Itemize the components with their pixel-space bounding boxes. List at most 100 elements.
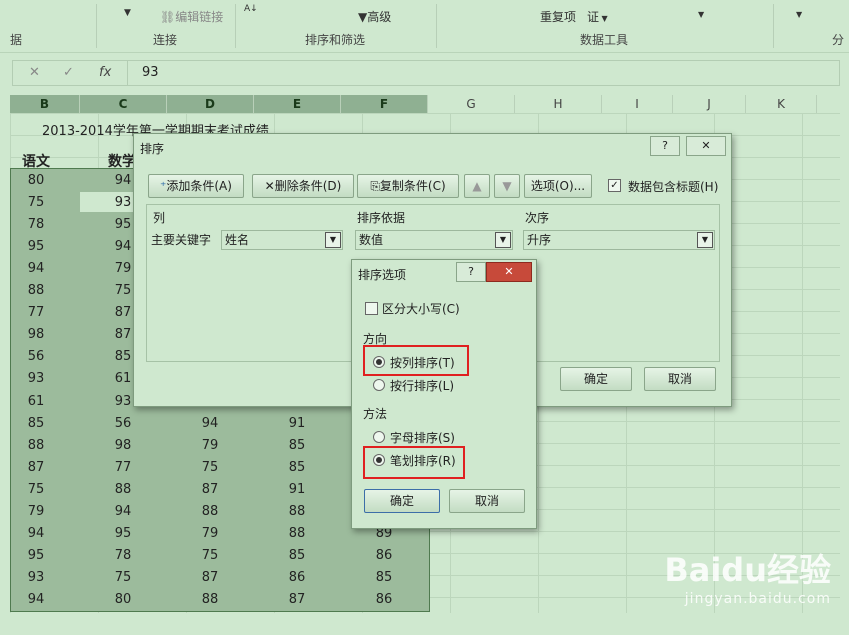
dropdown-arrow-icon[interactable]: ▼ [698, 10, 704, 19]
cell-value[interactable]: 61 [0, 394, 79, 409]
cancel-button[interactable]: 取消 [449, 489, 525, 513]
help-button[interactable]: ? [456, 262, 486, 282]
data-validation-button[interactable]: 证 ▼ [587, 8, 608, 25]
cell-value[interactable]: 88 [167, 504, 253, 519]
column-header-d[interactable]: D [167, 95, 254, 113]
close-button[interactable]: ✕ [486, 262, 532, 282]
cell-value[interactable]: 93 [0, 570, 79, 585]
column-header-h[interactable]: H [515, 95, 602, 113]
sort-on-select[interactable]: 数值 ▼ [355, 230, 513, 250]
cell-value[interactable]: 87 [167, 570, 253, 585]
cell-value[interactable]: 87 [0, 460, 79, 475]
move-up-button[interactable]: ▲ [464, 174, 490, 198]
column-header-k[interactable]: K [746, 95, 817, 113]
cell-value[interactable]: 85 [254, 438, 340, 453]
cell-value[interactable]: 94 [80, 504, 166, 519]
cell-value[interactable]: 88 [167, 592, 253, 607]
cell-value[interactable]: 91 [254, 482, 340, 497]
cell-value[interactable]: 85 [341, 570, 427, 585]
column-header-j[interactable]: J [673, 95, 746, 113]
copy-level-button[interactable]: ⎘复制条件(C) [357, 174, 459, 198]
close-button[interactable]: ✕ [686, 136, 726, 156]
cell-value[interactable]: 78 [0, 217, 79, 232]
cell-value[interactable]: 88 [254, 504, 340, 519]
remove-duplicates-button[interactable]: 重复项 [540, 8, 576, 25]
cell-value[interactable]: 79 [0, 504, 79, 519]
sort-options-dialog: 排序选项 ? ✕ 区分大小写(C) 方向 按列排序(T) 按行排序(L) 方法 … [351, 259, 537, 529]
column-header-b[interactable]: B [10, 95, 80, 113]
cell-value[interactable]: 56 [80, 416, 166, 431]
cell-value[interactable]: 75 [0, 482, 79, 497]
ok-button[interactable]: 确定 [560, 367, 632, 391]
case-sensitive-checkbox[interactable] [365, 302, 378, 315]
chevron-down-icon: ▼ [697, 232, 713, 248]
separator [235, 4, 236, 48]
cell-value[interactable]: 94 [0, 261, 79, 276]
help-button[interactable]: ? [650, 136, 680, 156]
cell-value[interactable]: 94 [0, 592, 79, 607]
cell-value[interactable]: 85 [254, 460, 340, 475]
column-header-e[interactable]: E [254, 95, 341, 113]
cell-value[interactable]: 86 [341, 548, 427, 563]
cell-value[interactable]: 95 [0, 548, 79, 563]
enter-icon[interactable]: ✓ [63, 65, 74, 80]
cell-value[interactable]: 94 [167, 416, 253, 431]
add-level-button[interactable]: ⁺添加条件(A) [148, 174, 244, 198]
cell-value[interactable]: 88 [0, 438, 79, 453]
order-select[interactable]: 升序 ▼ [523, 230, 715, 250]
cell-value[interactable]: 98 [80, 438, 166, 453]
cell-value[interactable]: 88 [0, 283, 79, 298]
options-button[interactable]: 选项(O)... [524, 174, 592, 198]
cell-value[interactable]: 75 [80, 570, 166, 585]
cell-value[interactable]: 98 [0, 327, 79, 342]
cell-value[interactable]: 77 [0, 305, 79, 320]
sort-column-select[interactable]: 姓名 ▼ [221, 230, 343, 250]
cell-value[interactable]: 85 [254, 548, 340, 563]
cell-value[interactable]: 79 [167, 438, 253, 453]
cell-value[interactable]: 85 [0, 416, 79, 431]
cell-value[interactable]: 77 [80, 460, 166, 475]
cell-value[interactable]: 86 [254, 570, 340, 585]
cell-value[interactable]: 79 [167, 526, 253, 541]
ok-button[interactable]: 确定 [364, 489, 440, 513]
cell-value[interactable]: 75 [167, 460, 253, 475]
cancel-button[interactable]: 取消 [644, 367, 716, 391]
cell-value[interactable]: 80 [80, 592, 166, 607]
cell-value[interactable]: 78 [80, 548, 166, 563]
has-headers-checkbox[interactable]: ✓ [608, 179, 621, 192]
column-header-g[interactable]: G [428, 95, 515, 113]
column-header-c[interactable]: C [80, 95, 167, 113]
advanced-filter-button[interactable]: ▼高级 [358, 8, 391, 25]
cell-value[interactable]: 87 [254, 592, 340, 607]
arrow-up-icon: ▲ [472, 179, 482, 193]
cell-value[interactable]: 95 [80, 526, 166, 541]
dropdown-arrow-icon[interactable]: ▼ [124, 8, 131, 18]
insert-function-icon[interactable]: fx [99, 65, 111, 80]
cell-value[interactable]: 75 [0, 195, 79, 210]
cell-value[interactable]: 75 [167, 548, 253, 563]
cell-value[interactable]: 87 [167, 482, 253, 497]
sort-left-to-right-radio[interactable] [373, 379, 385, 391]
formula-input[interactable]: 93 [127, 61, 838, 85]
cell-value[interactable]: 80 [0, 173, 79, 188]
edit-links-button[interactable]: ⛓编辑链接 [160, 8, 223, 25]
cell-value[interactable]: 91 [254, 416, 340, 431]
dropdown-arrow-icon: ▼ [599, 14, 608, 23]
move-down-button[interactable]: ▼ [494, 174, 520, 198]
sort-az-icon[interactable]: A↓ [244, 4, 258, 14]
column-header-i[interactable]: I [602, 95, 673, 113]
cancel-icon[interactable]: ✕ [29, 65, 40, 80]
formula-bar: ✕ ✓ fx 93 [12, 60, 840, 86]
cell-value[interactable]: 56 [0, 349, 79, 364]
filter-icon: ▼ [358, 10, 368, 24]
cell-value[interactable]: 88 [80, 482, 166, 497]
delete-level-button[interactable]: ✕删除条件(D) [252, 174, 354, 198]
letter-sort-radio[interactable] [373, 431, 385, 443]
cell-value[interactable]: 93 [0, 371, 79, 386]
dropdown-arrow-icon[interactable]: ▼ [796, 10, 802, 19]
cell-value[interactable]: 88 [254, 526, 340, 541]
cell-value[interactable]: 95 [0, 239, 79, 254]
column-header-f[interactable]: F [341, 95, 428, 113]
cell-value[interactable]: 94 [0, 526, 79, 541]
cell-value[interactable]: 86 [341, 592, 427, 607]
